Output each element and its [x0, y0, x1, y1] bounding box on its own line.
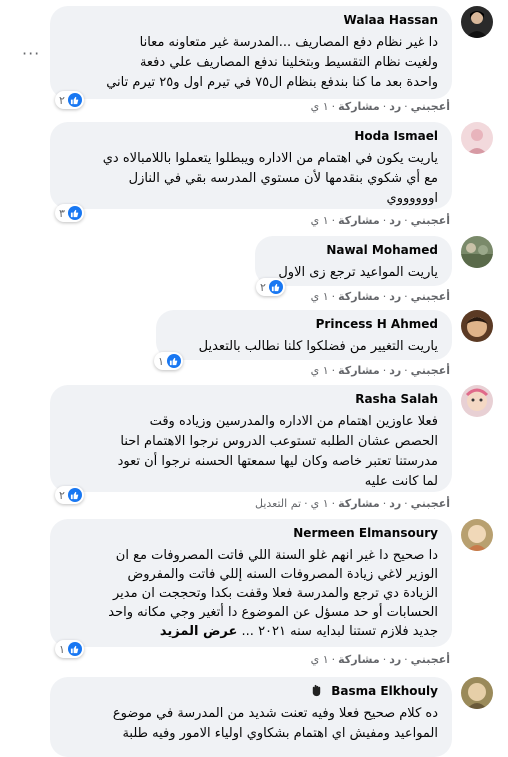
comment-author[interactable]: Nawal Mohamed	[326, 243, 438, 257]
like-icon	[67, 93, 82, 107]
share-button[interactable]: مشاركة	[338, 100, 380, 113]
reaction-count[interactable]: ٢	[55, 91, 84, 109]
comment-author[interactable]: Hoda Ismael	[354, 129, 438, 143]
comment-bubble: Nawal Mohamed ياريت المواعيد ترجع زى الا…	[255, 236, 452, 286]
edited-label[interactable]: تم التعديل	[255, 497, 301, 510]
like-icon	[67, 206, 82, 220]
like-icon	[268, 280, 283, 294]
like-icon	[67, 642, 82, 656]
like-button[interactable]: أعجبني	[411, 653, 450, 666]
share-button[interactable]: مشاركة	[338, 364, 380, 377]
like-icon	[166, 354, 181, 368]
reply-button[interactable]: رد	[389, 100, 401, 113]
like-button[interactable]: أعجبني	[411, 364, 450, 377]
comment-actions: أعجبني·رد·مشاركة·١ ي·تم التعديل	[255, 497, 450, 510]
comment-author[interactable]: Basma Elkhouly	[310, 684, 438, 700]
comment-time[interactable]: ١ ي	[311, 653, 329, 666]
share-button[interactable]: مشاركة	[338, 653, 380, 666]
avatar[interactable]	[461, 122, 493, 154]
comment-time[interactable]: ١ ي	[311, 364, 329, 377]
comment-actions: أعجبني·رد·مشاركة·١ ي	[310, 100, 450, 113]
reaction-count[interactable]: ٢	[55, 486, 84, 504]
comment-text: ده كلام صحيح فعلا وفيه تعنت شديد من المد…	[112, 706, 438, 741]
comment-text: ياريت يكون في اهتمام من الاداره ويبطلوا …	[102, 151, 438, 206]
avatar[interactable]	[461, 310, 493, 342]
comment-time[interactable]: ١ ي	[311, 100, 329, 113]
comment-time[interactable]: ١ ي	[311, 214, 329, 227]
comment-actions: أعجبني·رد·مشاركة·١ ي	[310, 364, 450, 377]
comment-text: فعلا عاوزين اهتمام من الاداره والمدرسين …	[117, 414, 438, 489]
comment-time[interactable]: ١ ي	[311, 290, 329, 303]
share-button[interactable]: مشاركة	[338, 290, 380, 303]
comment-author[interactable]: Princess H Ahmed	[316, 317, 438, 331]
reply-button[interactable]: رد	[389, 290, 401, 303]
reaction-count[interactable]: ١	[55, 640, 84, 658]
comment-actions: أعجبني·رد·مشاركة·١ ي	[310, 653, 450, 666]
comment-bubble: Nermeen Elmansoury دا صحيح دا غير انهم غ…	[50, 519, 452, 647]
comment-bubble: Princess H Ahmed ياريت التغيير من فضلكوا…	[156, 310, 452, 360]
comment-text: ياريت المواعيد ترجع زى الاول	[278, 265, 438, 280]
reply-button[interactable]: رد	[389, 364, 401, 377]
comment-bubble: Walaa Hassan دا غير نظام دفع المصاريف ..…	[50, 6, 452, 99]
comment-author[interactable]: Walaa Hassan	[344, 13, 438, 27]
comment-text: ياريت التغيير من فضلكوا كلنا نطالب بالتع…	[198, 339, 438, 354]
reply-button[interactable]: رد	[389, 214, 401, 227]
comment-bubble: Rasha Salah فعلا عاوزين اهتمام من الادار…	[50, 385, 452, 492]
comment-text: دا غير نظام دفع المصاريف ...المدرسة غير …	[106, 35, 438, 90]
like-button[interactable]: أعجبني	[411, 100, 450, 113]
more-options-icon[interactable]: ···	[22, 44, 40, 63]
comment-actions: أعجبني·رد·مشاركة·١ ي	[310, 290, 450, 303]
avatar[interactable]	[461, 236, 493, 268]
like-button[interactable]: أعجبني	[411, 497, 450, 510]
like-icon	[67, 488, 82, 502]
wave-hand-icon	[310, 684, 323, 700]
comment-time[interactable]: ١ ي	[311, 497, 329, 510]
reaction-count[interactable]: ٣	[55, 204, 84, 222]
see-more-link[interactable]: عرض المزيد	[160, 624, 238, 639]
share-button[interactable]: مشاركة	[338, 214, 380, 227]
avatar[interactable]	[461, 385, 493, 417]
like-button[interactable]: أعجبني	[411, 214, 450, 227]
reaction-count[interactable]: ١	[154, 352, 183, 370]
reply-button[interactable]: رد	[389, 497, 401, 510]
avatar[interactable]	[461, 677, 493, 709]
share-button[interactable]: مشاركة	[338, 497, 380, 510]
comment-bubble: Hoda Ismael ياريت يكون في اهتمام من الاد…	[50, 122, 452, 209]
avatar[interactable]	[461, 519, 493, 551]
comment-bubble: Basma Elkhouly ده كلام صحيح فعلا وفيه تع…	[50, 677, 452, 757]
reaction-count[interactable]: ٢	[256, 278, 285, 296]
comment-text: دا صحيح دا غير انهم غلو السنة اللي فاتت …	[108, 548, 438, 639]
reply-button[interactable]: رد	[389, 653, 401, 666]
comment-author[interactable]: Rasha Salah	[355, 392, 438, 406]
comment-author[interactable]: Nermeen Elmansoury	[293, 526, 438, 540]
avatar[interactable]	[461, 6, 493, 38]
comment-actions: أعجبني·رد·مشاركة·١ ي	[310, 214, 450, 227]
like-button[interactable]: أعجبني	[411, 290, 450, 303]
